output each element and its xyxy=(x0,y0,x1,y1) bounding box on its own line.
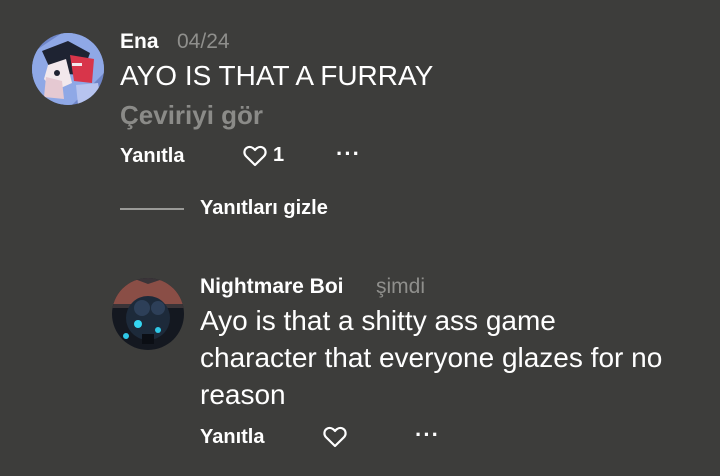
avatar-ena-icon xyxy=(32,33,104,105)
reply-button[interactable]: Yanıtla xyxy=(200,426,264,449)
heart-icon xyxy=(243,145,267,167)
avatar-nightmare-icon xyxy=(112,278,184,350)
like-button[interactable] xyxy=(323,426,347,448)
like-count: 1 xyxy=(273,144,285,166)
hide-replies-button[interactable]: Yanıtları gizle xyxy=(200,197,328,220)
avatar-nightmare-boi[interactable] xyxy=(112,278,184,350)
comment-timestamp: şimdi xyxy=(376,275,426,298)
like-button[interactable]: 1 xyxy=(243,144,284,167)
more-options-button[interactable]: ··· xyxy=(415,422,440,448)
reply-button[interactable]: Yanıtla xyxy=(120,145,184,168)
comment-text: Ayo is that a shitty ass game character … xyxy=(200,305,663,410)
comment-timestamp: 04/24 xyxy=(177,30,230,53)
see-translation-link[interactable]: Çeviriyi gör xyxy=(120,100,263,131)
comment-username[interactable]: Nightmare Boi xyxy=(200,275,344,299)
comment-username[interactable]: Ena xyxy=(120,30,159,54)
comment-text: AYO IS THAT A FURRAY xyxy=(120,60,434,91)
replies-divider xyxy=(120,208,184,210)
heart-icon xyxy=(323,426,347,448)
more-options-button[interactable]: ··· xyxy=(336,141,361,167)
avatar-ena[interactable] xyxy=(32,33,104,105)
